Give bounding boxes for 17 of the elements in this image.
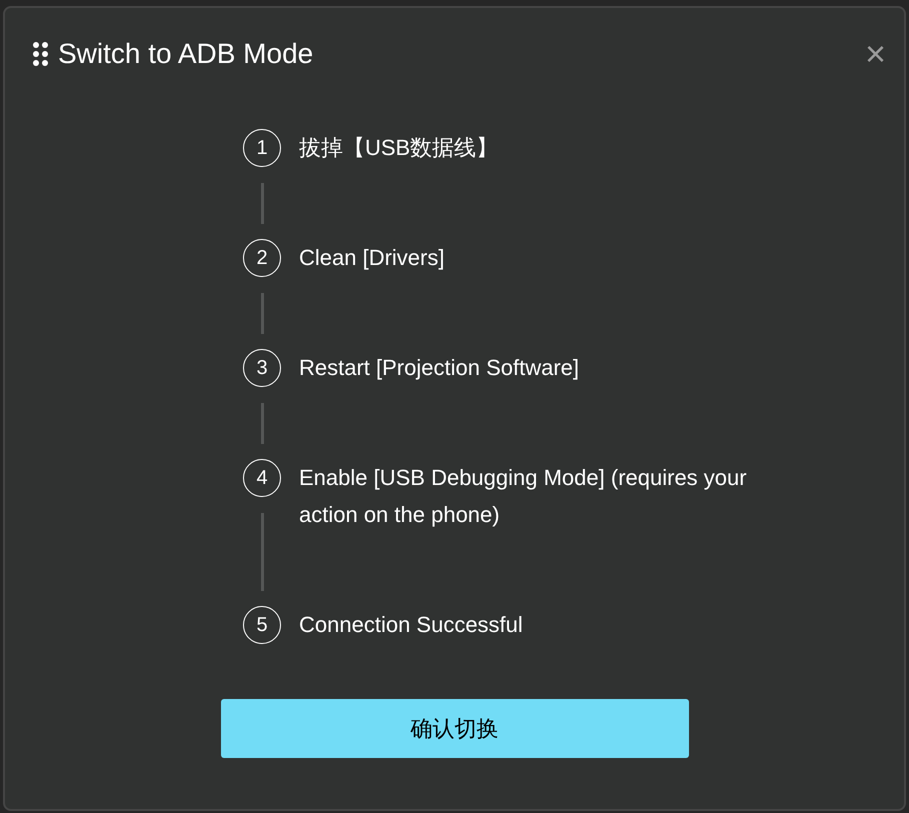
step-number: 1: [243, 129, 281, 167]
step-connector: [260, 293, 264, 334]
dialog-title: Switch to ADB Mode: [58, 37, 314, 71]
step-connector: [260, 403, 264, 444]
step-label: Connection Successful: [299, 611, 524, 639]
step-connector: [260, 183, 264, 224]
step-label: Clean [Drivers]: [299, 244, 446, 272]
drag-handle-icon[interactable]: [33, 42, 48, 66]
step-number: 3: [243, 349, 281, 387]
step-number: 2: [243, 239, 281, 277]
step-number: 5: [243, 606, 281, 644]
step-number: 4: [243, 459, 281, 497]
step-label: Enable [USB Debugging Mode] (requires your action on the phone): [299, 464, 748, 529]
close-button[interactable]: ×: [864, 36, 886, 72]
step-label: Restart [Projection Software]: [299, 354, 580, 382]
confirm-button[interactable]: 确认切换: [220, 699, 688, 758]
step-label: 拔掉【USB数据线】: [299, 134, 500, 162]
